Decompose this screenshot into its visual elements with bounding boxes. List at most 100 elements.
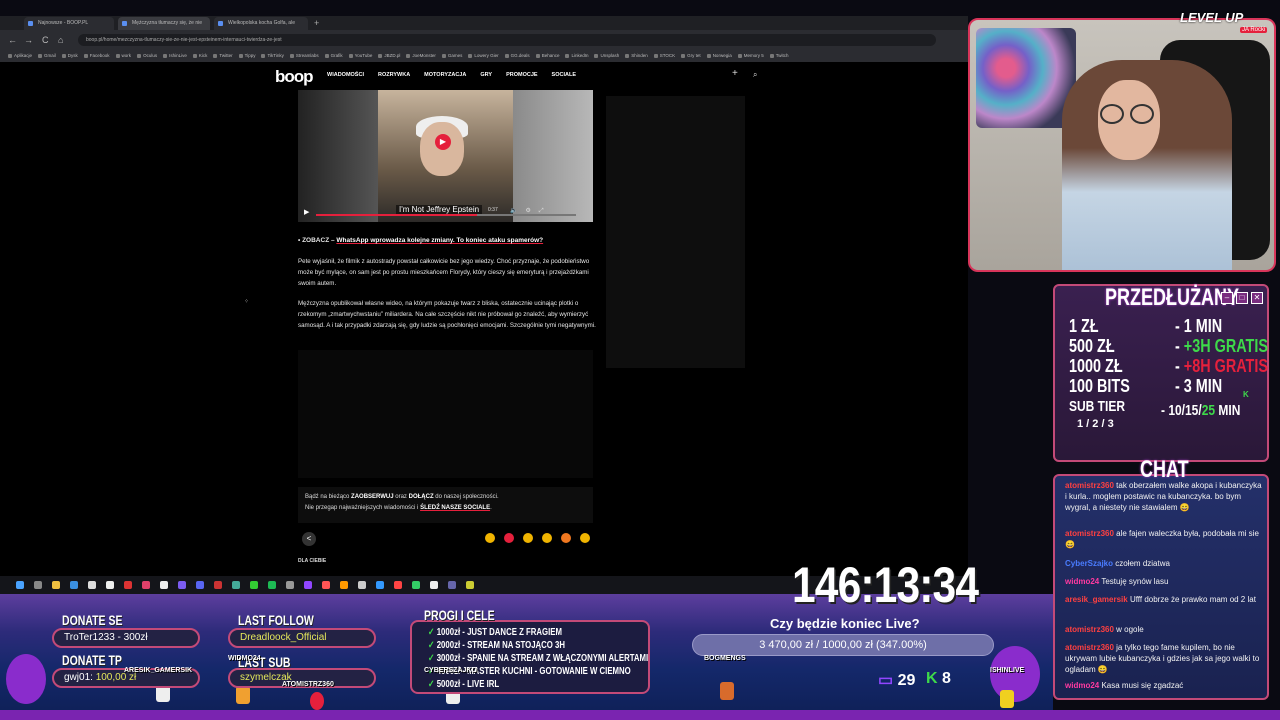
wow-icon[interactable] — [542, 533, 552, 543]
thumbs-up-icon[interactable] — [485, 533, 495, 543]
spotify-icon[interactable] — [268, 581, 276, 589]
sad-icon[interactable] — [580, 533, 590, 543]
store-icon[interactable] — [70, 581, 78, 589]
bookmark-item[interactable]: Unsplash — [594, 50, 619, 62]
search-icon[interactable] — [34, 581, 42, 589]
bookmark-item[interactable]: Twitter — [213, 50, 232, 62]
bookmark-item[interactable]: Grafik — [325, 50, 343, 62]
chat-message: widmo24 Testuję synów lasu — [1065, 576, 1265, 587]
nav-rozrywka[interactable]: ROZRYWKA — [378, 72, 410, 78]
app-icon[interactable] — [106, 581, 114, 589]
browser-tab[interactable]: Wielkopolska kocha Golfa, ale — [214, 17, 308, 30]
chat-username: atomistrz360 — [1065, 625, 1114, 634]
boop-article-page: boop WIADOMOŚCI ROZRYWKA MOTORYZACJA GRY… — [0, 62, 968, 576]
heart-icon[interactable] — [504, 533, 514, 543]
nav-promocje[interactable]: PROMOCJE — [506, 72, 537, 78]
discord-icon[interactable] — [196, 581, 204, 589]
back-icon[interactable]: ← — [8, 34, 17, 46]
app-icon[interactable] — [448, 581, 456, 589]
follow-box: Bądź na bieżąco ZAOBSERWUJ oraz DOŁĄCZ d… — [298, 487, 593, 523]
app-icon[interactable] — [286, 581, 294, 589]
price-bonus: 25 — [1201, 402, 1216, 419]
app-icon[interactable] — [466, 581, 474, 589]
bookmark-item[interactable]: Kick — [193, 50, 208, 62]
nav-wiadomosci[interactable]: WIADOMOŚCI — [327, 72, 364, 78]
reload-icon[interactable]: C — [42, 34, 49, 46]
bookmark-item[interactable]: Memory 5 — [738, 50, 764, 62]
video-controls-icons[interactable]: 🔈⚙⤢ — [510, 207, 552, 215]
zobacz-link[interactable]: WhatsApp wprowadza kolejne zmiany. To ko… — [336, 237, 543, 244]
app-icon[interactable] — [178, 581, 186, 589]
zaobserwuj-link[interactable]: ZAOBSERWUJ — [351, 494, 394, 500]
window-buttons: – □ ✕ — [1221, 292, 1263, 304]
bookmark-item[interactable]: STOCK — [654, 50, 675, 62]
folder-icon[interactable] — [52, 581, 60, 589]
app-icon[interactable] — [412, 581, 420, 589]
app-icon[interactable] — [340, 581, 348, 589]
bookmark-item[interactable]: Shinden — [625, 50, 648, 62]
nav-gry[interactable]: GRY — [480, 72, 492, 78]
chat-username: atomistrz360 — [1065, 529, 1114, 538]
browser-tab-active[interactable]: Mężczyzna tłumaczy się, że nie — [118, 17, 210, 30]
zobacz-link-row: • ZOBACZ – WhatsApp wprowadza kolejne zm… — [298, 235, 598, 246]
bookmark-item[interactable]: Dysk — [62, 50, 78, 62]
prices-title: PRZEDŁUŻANY — [1105, 284, 1240, 311]
boop-logo[interactable]: boop — [275, 67, 314, 87]
search-icon[interactable]: ⌕ — [753, 70, 757, 80]
bookmark-item[interactable]: Norwegia — [707, 50, 732, 62]
bookmark-item[interactable]: LinkedIn — [565, 50, 588, 62]
nav-motoryzacja[interactable]: MOTORYZACJA — [424, 72, 466, 78]
bookmark-item[interactable]: Facebook — [84, 50, 110, 62]
app-icon[interactable] — [322, 581, 330, 589]
app-icon[interactable] — [232, 581, 240, 589]
sledz-sociale-link[interactable]: ŚLEDŹ NASZE SOCIALE — [420, 505, 490, 511]
app-icon[interactable] — [88, 581, 96, 589]
twitch-icon: ▭ — [878, 672, 894, 689]
bookmark-item[interactable]: GG.deals — [505, 50, 530, 62]
twitch-icon[interactable] — [304, 581, 312, 589]
browser-tab[interactable]: Najnowsze - BOOP.PL — [24, 17, 114, 30]
bookmark-item[interactable]: Aplikacje — [8, 50, 32, 62]
bookmark-item[interactable]: Tippy — [239, 50, 256, 62]
chrome-icon[interactable] — [394, 581, 402, 589]
app-icon[interactable] — [124, 581, 132, 589]
bookmark-item[interactable]: YouTube — [349, 50, 373, 62]
app-icon[interactable] — [358, 581, 366, 589]
bookmark-item[interactable]: IshinLive — [163, 50, 187, 62]
app-icon[interactable] — [430, 581, 438, 589]
price-amount: 100 BITS — [1069, 376, 1130, 396]
dolacz-link[interactable]: DOŁĄCZ — [409, 494, 434, 500]
share-icon[interactable]: < — [302, 532, 316, 546]
chat-message: atomistrz360 w ogole — [1065, 624, 1265, 635]
bookmark-item[interactable]: Oculus — [137, 50, 157, 62]
bookmark-item[interactable]: Lowery Gier — [468, 50, 498, 62]
bookmark-item[interactable]: Twitch — [770, 50, 789, 62]
price-amount: 1 ZŁ — [1069, 316, 1099, 336]
nav-sociale[interactable]: SOCIALE — [552, 72, 576, 78]
new-tab-button[interactable]: + — [314, 17, 319, 29]
start-icon[interactable] — [16, 581, 24, 589]
bookmark-item[interactable]: JBZD.pl — [378, 50, 400, 62]
angry-icon[interactable] — [561, 533, 571, 543]
bookmark-item[interactable]: Gry tet — [681, 50, 701, 62]
xbox-icon[interactable] — [250, 581, 258, 589]
plus-icon[interactable]: + — [732, 68, 738, 79]
bookmark-item[interactable]: Gmail — [38, 50, 56, 62]
bookmark-item[interactable]: Behance — [536, 50, 560, 62]
app-icon[interactable] — [214, 581, 222, 589]
forward-icon[interactable]: → — [24, 34, 33, 46]
app-icon[interactable] — [142, 581, 150, 589]
url-input[interactable]: boop.pl/home/mezczyzna-tlumaczy-sie-ze-n… — [78, 34, 936, 46]
bookmark-item[interactable]: Games — [442, 50, 463, 62]
bookmark-item[interactable]: Streamlabs — [290, 50, 319, 62]
video-player[interactable]: ▶ I'm Not Jeffrey Epstein ▶ 0:37 🔈⚙⤢ — [298, 90, 593, 222]
bookmark-item[interactable]: work — [116, 50, 132, 62]
bookmark-item[interactable]: TikTinky — [261, 50, 283, 62]
app-icon[interactable] — [376, 581, 384, 589]
video-play-icon[interactable]: ▶ — [304, 208, 309, 216]
laugh-icon[interactable] — [523, 533, 533, 543]
play-icon[interactable]: ▶ — [435, 134, 451, 150]
app-icon[interactable] — [160, 581, 168, 589]
bookmark-item[interactable]: JoeMonster — [406, 50, 436, 62]
home-icon[interactable]: ⌂ — [58, 34, 63, 46]
